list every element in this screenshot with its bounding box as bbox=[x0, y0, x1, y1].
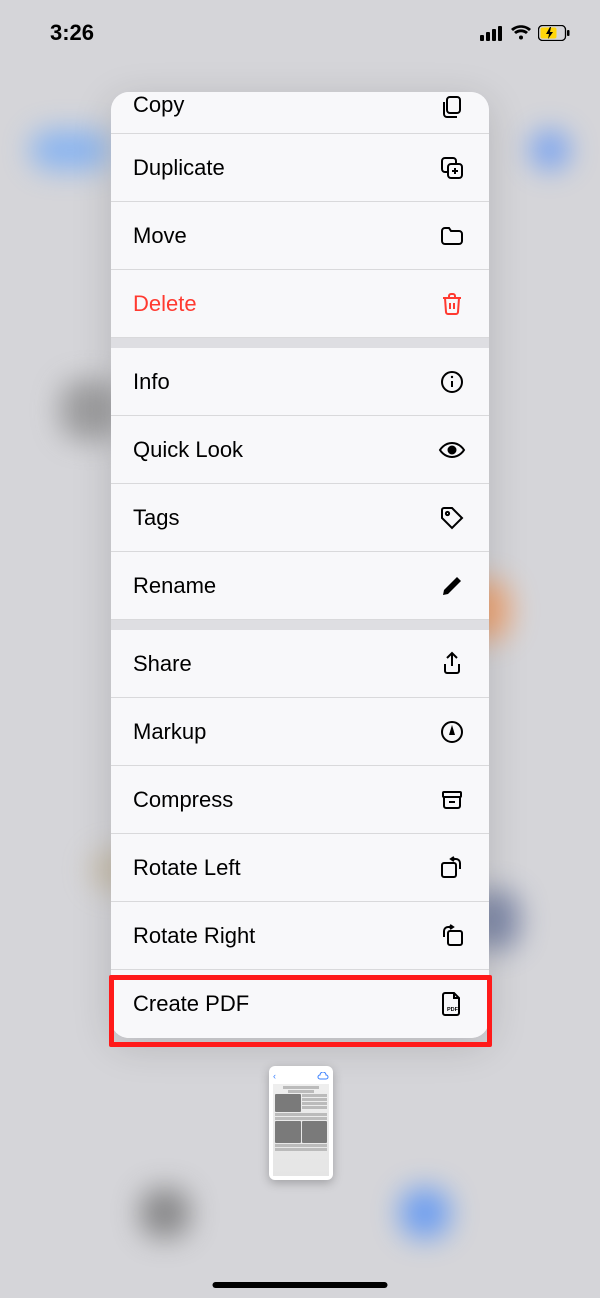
menu-divider bbox=[111, 620, 489, 630]
home-indicator[interactable] bbox=[213, 1282, 388, 1288]
menu-label: Duplicate bbox=[133, 155, 225, 181]
menu-item-rotate-left[interactable]: Rotate Left bbox=[111, 834, 489, 902]
menu-item-info[interactable]: Info bbox=[111, 348, 489, 416]
menu-label: Delete bbox=[133, 291, 197, 317]
info-icon bbox=[437, 367, 467, 397]
context-menu: Copy Duplicate Move Delete Info Quick Lo… bbox=[111, 92, 489, 1038]
menu-item-quick-look[interactable]: Quick Look bbox=[111, 416, 489, 484]
wifi-icon bbox=[510, 25, 532, 41]
pencil-icon bbox=[437, 571, 467, 601]
archive-icon bbox=[437, 785, 467, 815]
eye-icon bbox=[437, 435, 467, 465]
menu-label: Share bbox=[133, 651, 192, 677]
tag-icon bbox=[437, 503, 467, 533]
cloud-icon bbox=[317, 1072, 329, 1081]
menu-label: Copy bbox=[133, 92, 184, 118]
menu-item-tags[interactable]: Tags bbox=[111, 484, 489, 552]
folder-icon bbox=[437, 221, 467, 251]
menu-item-move[interactable]: Move bbox=[111, 202, 489, 270]
menu-label: Rotate Left bbox=[133, 855, 241, 881]
markup-icon bbox=[437, 717, 467, 747]
duplicate-icon bbox=[437, 153, 467, 183]
menu-item-markup[interactable]: Markup bbox=[111, 698, 489, 766]
svg-text:PDF: PDF bbox=[447, 1007, 459, 1013]
menu-label: Move bbox=[133, 223, 187, 249]
menu-item-compress[interactable]: Compress bbox=[111, 766, 489, 834]
pdf-icon: PDF bbox=[437, 989, 467, 1019]
menu-label: Markup bbox=[133, 719, 206, 745]
trash-icon bbox=[437, 289, 467, 319]
menu-label: Info bbox=[133, 369, 170, 395]
menu-item-rotate-right[interactable]: Rotate Right bbox=[111, 902, 489, 970]
file-thumbnail[interactable]: ‹ bbox=[269, 1066, 333, 1180]
cellular-signal-icon bbox=[480, 25, 504, 41]
menu-item-copy[interactable]: Copy bbox=[111, 92, 489, 134]
menu-item-create-pdf[interactable]: Create PDF PDF bbox=[111, 970, 489, 1038]
copy-icon bbox=[437, 92, 467, 122]
rotate-left-icon bbox=[437, 853, 467, 883]
share-icon bbox=[437, 649, 467, 679]
menu-item-delete[interactable]: Delete bbox=[111, 270, 489, 338]
menu-label: Tags bbox=[133, 505, 179, 531]
status-icons bbox=[480, 25, 570, 41]
rotate-right-icon bbox=[437, 921, 467, 951]
menu-item-share[interactable]: Share bbox=[111, 630, 489, 698]
menu-label: Compress bbox=[133, 787, 233, 813]
back-chevron-icon: ‹ bbox=[273, 1071, 276, 1081]
battery-charging-icon bbox=[538, 25, 570, 41]
menu-label: Rename bbox=[133, 573, 216, 599]
menu-label: Rotate Right bbox=[133, 923, 255, 949]
menu-divider bbox=[111, 338, 489, 348]
menu-label: Quick Look bbox=[133, 437, 243, 463]
menu-label: Create PDF bbox=[133, 991, 249, 1017]
status-time: 3:26 bbox=[50, 20, 94, 46]
status-bar: 3:26 bbox=[0, 0, 600, 65]
menu-item-duplicate[interactable]: Duplicate bbox=[111, 134, 489, 202]
menu-item-rename[interactable]: Rename bbox=[111, 552, 489, 620]
